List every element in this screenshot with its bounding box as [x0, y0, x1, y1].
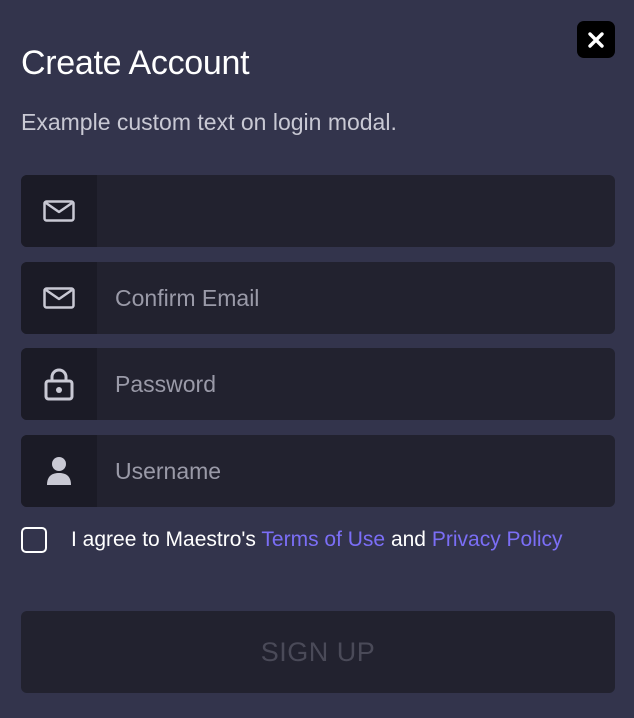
user-icon	[47, 457, 71, 485]
close-icon	[588, 31, 604, 48]
username-field	[21, 435, 615, 507]
terms-of-use-link[interactable]: Terms of Use	[261, 528, 385, 551]
email-field	[21, 175, 615, 247]
email-icon-box	[21, 175, 97, 247]
username-input[interactable]	[97, 435, 615, 507]
password-input[interactable]	[97, 348, 615, 420]
terms-agreement-text: I agree to Maestro's Terms of Use and Pr…	[71, 525, 563, 555]
password-icon-box	[21, 348, 97, 420]
username-icon-box	[21, 435, 97, 507]
confirm-email-icon-box	[21, 262, 97, 334]
mail-icon	[43, 200, 75, 222]
agreement-connector: and	[390, 528, 426, 551]
confirm-email-input[interactable]	[97, 262, 615, 334]
sign-up-button[interactable]: SIGN UP	[21, 611, 615, 693]
lock-icon	[44, 368, 74, 401]
privacy-policy-link[interactable]: Privacy Policy	[432, 528, 563, 551]
confirm-email-field	[21, 262, 615, 334]
sign-up-button-label: SIGN UP	[260, 636, 376, 667]
mail-icon	[43, 287, 75, 309]
password-field	[21, 348, 615, 420]
terms-agreement-row: I agree to Maestro's Terms of Use and Pr…	[21, 525, 563, 555]
modal-subtitle: Example custom text on login modal.	[21, 109, 397, 135]
terms-checkbox[interactable]	[21, 527, 47, 553]
email-input[interactable]	[97, 175, 615, 247]
create-account-modal: Create Account Example custom text on lo…	[0, 0, 634, 718]
close-button[interactable]	[577, 21, 615, 58]
agreement-prefix: I agree to Maestro's	[71, 528, 256, 551]
modal-title: Create Account	[21, 44, 250, 82]
